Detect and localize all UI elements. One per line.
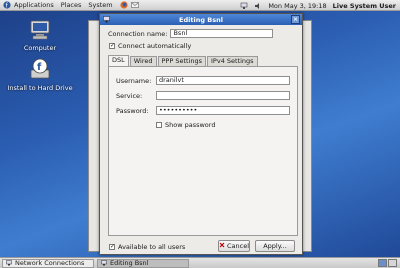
available-to-all-row[interactable]: ✓ Available to all users <box>109 243 185 251</box>
connection-name-row: Connection name: Bsnl <box>108 29 274 38</box>
network-icon <box>6 260 12 266</box>
clock[interactable]: Mon May 3, 19:18 <box>268 2 326 10</box>
password-input[interactable]: •••••••••• <box>156 106 290 115</box>
service-label: Service: <box>116 91 143 100</box>
password-label: Password: <box>116 106 149 115</box>
password-row: Password: •••••••••• <box>116 106 290 115</box>
fedora-logo-icon[interactable]: f <box>3 1 11 9</box>
tab-dsl[interactable]: DSL <box>108 55 129 66</box>
connect-automatically-row[interactable]: ✓ Connect automatically <box>109 42 191 50</box>
editing-connection-dialog: Editing Bsnl × Connection name: Bsnl ✓ C… <box>99 13 303 255</box>
show-password-row[interactable]: Show password <box>156 121 215 129</box>
workspace-2[interactable] <box>388 259 397 267</box>
connection-name-label: Connection name: <box>108 29 168 38</box>
firefox-icon[interactable] <box>120 1 128 9</box>
taskbar-item-editing-bsnl[interactable]: Editing Bsnl <box>97 258 189 268</box>
tab-ppp-settings[interactable]: PPP Settings <box>157 56 207 66</box>
dsl-tab-panel: Username: dranilvt Service: Password: ••… <box>108 66 298 236</box>
network-icon <box>103 16 110 23</box>
top-panel: f Applications Places System Mon May 3, … <box>0 0 400 11</box>
username-input[interactable]: dranilvt <box>156 76 290 85</box>
top-panel-right: Mon May 3, 19:18 Live System User <box>240 0 396 11</box>
desktop-icon-install[interactable]: f Install to Hard Drive <box>7 58 73 92</box>
menu-places[interactable]: Places <box>61 1 82 9</box>
close-icon[interactable]: × <box>291 15 300 24</box>
cancel-button-label: Cancel <box>226 242 250 250</box>
workspace-1[interactable] <box>378 259 387 267</box>
connect-automatically-label: Connect automatically <box>118 42 192 50</box>
desktop-icon-computer[interactable]: Computer <box>10 20 70 52</box>
tab-wired[interactable]: Wired <box>129 56 157 66</box>
service-row: Service: <box>116 91 290 100</box>
connect-automatically-checkbox[interactable]: ✓ <box>109 43 115 49</box>
tab-bar: DSL Wired PPP Settings IPv4 Settings <box>108 55 259 66</box>
install-icon: f <box>29 58 51 82</box>
taskbar-item-label: Editing Bsnl <box>110 259 149 267</box>
network-icon <box>101 260 107 266</box>
taskbar-item-network-connections[interactable]: Network Connections <box>2 258 94 268</box>
show-password-label: Show password <box>165 121 216 129</box>
desktop-icon-label: Install to Hard Drive <box>7 84 73 92</box>
tab-ipv4-settings[interactable]: IPv4 Settings <box>207 56 258 66</box>
menu-system[interactable]: System <box>88 1 112 9</box>
user-menu[interactable]: Live System User <box>333 2 396 10</box>
mail-icon[interactable] <box>130 1 139 9</box>
cancel-button[interactable]: Cancel <box>218 240 250 252</box>
username-row: Username: dranilvt <box>116 76 290 85</box>
available-to-all-label: Available to all users <box>118 243 186 251</box>
username-label: Username: <box>116 76 152 85</box>
network-status-icon[interactable] <box>240 2 248 10</box>
show-password-checkbox[interactable] <box>156 122 162 128</box>
volume-icon[interactable] <box>254 2 262 10</box>
desktop-icon-label: Computer <box>23 44 57 52</box>
apply-button-label: Apply... <box>263 242 287 250</box>
svg-text:f: f <box>37 62 42 73</box>
bottom-taskbar: Network Connections Editing Bsnl <box>0 257 400 268</box>
connection-name-input[interactable]: Bsnl <box>170 29 274 38</box>
available-to-all-checkbox[interactable]: ✓ <box>109 244 115 250</box>
dialog-titlebar[interactable]: Editing Bsnl × <box>100 14 302 25</box>
computer-icon <box>29 20 51 42</box>
menu-applications[interactable]: Applications <box>14 1 54 9</box>
cancel-icon <box>219 242 225 250</box>
taskbar-item-label: Network Connections <box>15 259 85 267</box>
workspace-switcher[interactable] <box>378 259 397 267</box>
apply-button[interactable]: Apply... <box>255 240 295 252</box>
service-input[interactable] <box>156 91 290 100</box>
dialog-title: Editing Bsnl <box>179 15 223 24</box>
